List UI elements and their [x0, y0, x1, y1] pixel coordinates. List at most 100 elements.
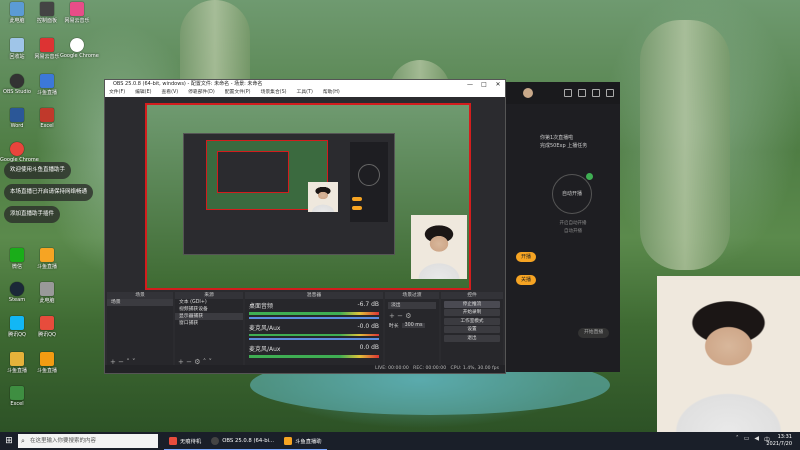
- network-icon[interactable]: ▭: [744, 435, 750, 444]
- obs-preview[interactable]: [145, 103, 471, 290]
- windows-start-icon[interactable]: ⊞: [0, 432, 18, 450]
- desktop-icon[interactable]: 斗鱼直播: [30, 74, 64, 96]
- taskbar-app[interactable]: 斗鱼直播助: [279, 432, 327, 450]
- stop-streaming-button[interactable]: 停止推流: [444, 300, 500, 308]
- desktop-icon[interactable]: 网易云音乐: [60, 2, 94, 24]
- desktop-icon[interactable]: 网易云音乐: [30, 38, 64, 60]
- room-info-line2: 完成50Exp 上播任务: [540, 143, 588, 149]
- word-icon: [10, 108, 24, 122]
- start-recording-button[interactable]: 开始录制: [444, 309, 500, 316]
- folder-icon: [10, 352, 24, 366]
- desktop-icon[interactable]: OBS Studio: [0, 74, 34, 95]
- studio-mode-button[interactable]: 工作室模式: [444, 317, 500, 325]
- desktop-icon[interactable]: 此电脑: [30, 282, 64, 304]
- search-placeholder: 在这里输入你要搜索的内容: [30, 438, 97, 444]
- close-button[interactable]: ✕: [491, 80, 505, 89]
- douyu-icon: [284, 436, 293, 445]
- transitions-dock-title: 场景过渡: [385, 292, 439, 299]
- remove-icon[interactable]: −: [397, 312, 403, 320]
- desktop-icon[interactable]: Excel: [30, 108, 64, 129]
- menu-docks[interactable]: 停靠部件(D): [188, 89, 215, 97]
- notification-pill[interactable]: 本场直播已开启请保持网络畅通: [4, 184, 94, 201]
- taskbar-app[interactable]: OBS 25.0.8 (64-bi...: [206, 432, 280, 450]
- source-item[interactable]: 窗口捕获: [175, 320, 243, 327]
- menu-file[interactable]: 文件(F): [109, 89, 125, 97]
- minimize-button[interactable]: —: [463, 80, 477, 89]
- auto-start-button[interactable]: 自动开播: [552, 173, 593, 214]
- maximize-button[interactable]: □: [477, 80, 491, 89]
- menu-profile[interactable]: 配置文件(P): [225, 89, 251, 97]
- desktop-icon[interactable]: Google Chrome: [0, 142, 39, 163]
- app-icon: [40, 74, 54, 88]
- desktop-icon[interactable]: Steam: [0, 282, 34, 303]
- mixer-channel: 麦克风/Aux 0.0 dB: [245, 340, 383, 353]
- window-title: OBS 25.0.8 (64-bit, windows) - 配置文件: 未命名…: [113, 81, 263, 87]
- auto-start-label: 自动开播: [561, 191, 582, 197]
- desktop-icon[interactable]: 斗鱼直播: [30, 352, 64, 374]
- obs-window: OBS 25.0.8 (64-bit, windows) - 配置文件: 未命名…: [104, 79, 506, 374]
- nested-obs-capture: [183, 133, 395, 255]
- wechat-icon: [10, 248, 24, 262]
- desktop-icon[interactable]: 此电脑: [0, 2, 34, 24]
- app-icon: [10, 386, 24, 400]
- add-icon[interactable]: +: [389, 312, 395, 320]
- search-icon: ⌕: [21, 437, 25, 445]
- notification-pill[interactable]: 欢迎使用斗鱼直播助手: [4, 162, 72, 179]
- source-item[interactable]: 视频捕获设备: [175, 306, 243, 313]
- start-live-button[interactable]: 开始直播: [578, 328, 610, 338]
- desktop-icon[interactable]: Excel: [0, 386, 34, 407]
- menu-help[interactable]: 帮助(H): [323, 89, 340, 97]
- desktop-icon[interactable]: 控制面板: [30, 2, 64, 24]
- menu-view[interactable]: 查看(V): [161, 89, 178, 97]
- taskbar-search[interactable]: ⌕ 在这里输入你要搜索的内容: [18, 434, 158, 448]
- menu-scene-collection[interactable]: 场景集合(S): [261, 89, 287, 97]
- room-info-line1: 你第1次直播啦: [540, 135, 574, 141]
- scene-item[interactable]: 场景: [107, 299, 173, 306]
- mixer-channel: 桌面音频 -6.7 dB: [245, 299, 383, 310]
- app-icon: [70, 2, 84, 16]
- start-button[interactable]: 开播: [516, 252, 537, 262]
- duration-input[interactable]: 300 ms: [401, 323, 426, 328]
- desktop-icon[interactable]: 腾讯QQ: [0, 316, 34, 338]
- desktop-icon[interactable]: 微信: [0, 248, 34, 270]
- desktop-icon[interactable]: 斗鱼直播: [0, 352, 34, 374]
- notification-pill[interactable]: 添加直播助手插件: [4, 206, 61, 223]
- desktop-icon[interactable]: Word: [0, 108, 34, 129]
- chrome-icon: [10, 142, 24, 156]
- volume-meter: [249, 355, 379, 358]
- lock-icon[interactable]: [578, 89, 586, 97]
- bell-icon[interactable]: [592, 89, 600, 97]
- desktop-icon[interactable]: Google Chrome: [60, 38, 99, 59]
- stop-button[interactable]: 关播: [516, 275, 537, 285]
- menu-edit[interactable]: 编辑(E): [135, 89, 151, 97]
- exit-button[interactable]: 退出: [444, 334, 500, 342]
- source-item[interactable]: 文本 (GDI+): [175, 299, 243, 306]
- settings-button[interactable]: 设置: [444, 326, 500, 333]
- skin-icon[interactable]: [564, 89, 572, 97]
- auto-start-hint: 开启自动开播: [559, 221, 587, 226]
- channel-db: 0.0 dB: [359, 344, 379, 351]
- gear-icon[interactable]: ⚙: [405, 312, 411, 320]
- computer-icon: [10, 2, 24, 16]
- transition-controls: + − ⚙: [385, 312, 439, 320]
- desktop-icon[interactable]: 回收站: [0, 38, 34, 60]
- channel-db: -0.0 dB: [357, 322, 379, 330]
- settings-icon[interactable]: [606, 89, 614, 97]
- avatar[interactable]: [523, 88, 533, 98]
- menu-tools[interactable]: 工具(T): [297, 89, 313, 97]
- transition-select[interactable]: 淡出: [388, 302, 436, 309]
- wallpaper-tree: [640, 20, 730, 270]
- source-item[interactable]: 显示器捕获: [175, 313, 243, 320]
- taskbar: ⊞ ⌕ 在这里输入你要搜索的内容 无痕待机 OBS 25.0.8 (64-bi.…: [0, 432, 800, 450]
- chevron-up-icon[interactable]: ˄: [736, 435, 739, 444]
- clock[interactable]: 13:31 2021/7/20: [766, 434, 792, 448]
- controls-dock: 控件 停止推流 开始录制 工作室模式 设置 退出: [441, 292, 503, 368]
- obs-statusbar: LIVE: 00:00:00 REC: 00:00:00 CPU: 1.4%, …: [105, 365, 505, 373]
- app-label: 斗鱼直播助: [295, 438, 322, 445]
- volume-icon[interactable]: ◀: [754, 435, 759, 444]
- desktop-icon[interactable]: 腾讯QQ: [30, 316, 64, 338]
- taskbar-app[interactable]: 无痕待机: [164, 432, 207, 450]
- clock-time: 13:31: [777, 434, 792, 440]
- cpu-status: CPU: 1.4%, 30.00 fps: [450, 366, 499, 371]
- desktop-icon[interactable]: 斗鱼直播: [30, 248, 64, 270]
